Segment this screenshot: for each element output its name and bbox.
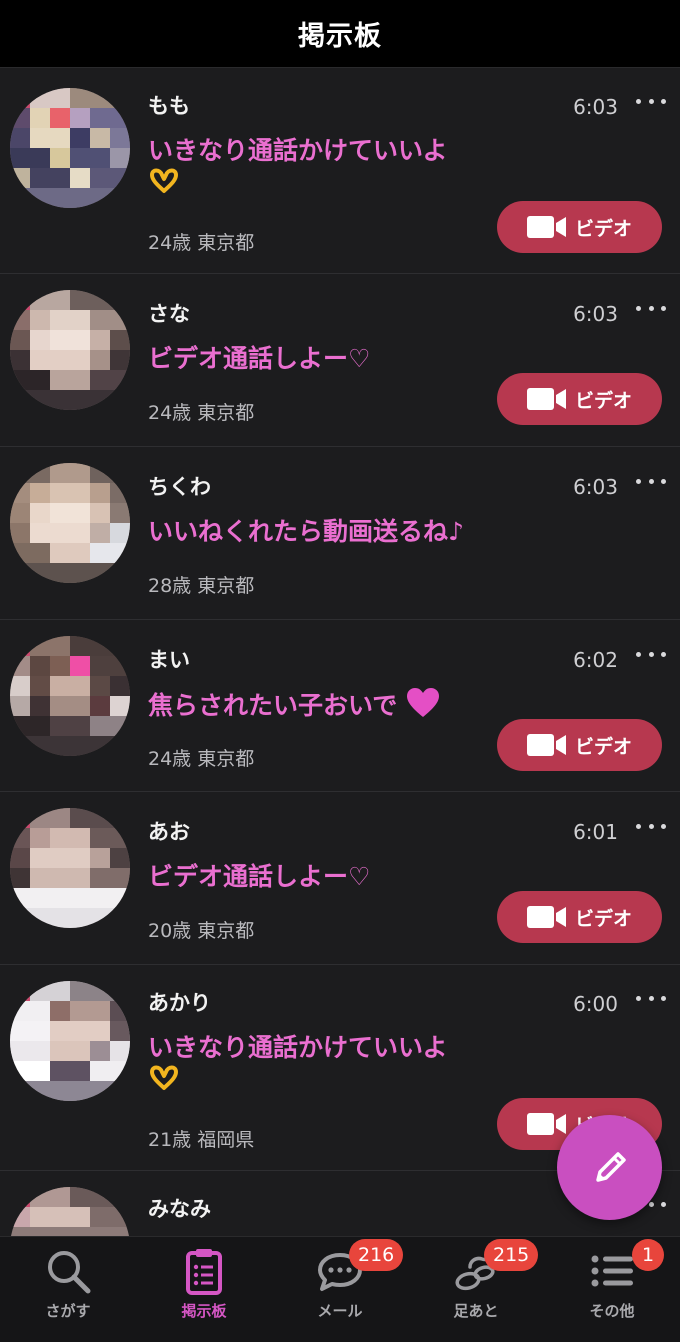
bottom-tab-bar: さがす 掲示板 216 メール 215 足あと 1 その他 — [0, 1236, 680, 1342]
more-options-icon[interactable] — [636, 301, 666, 315]
footprints-badge: 215 — [484, 1239, 539, 1271]
video-camera-icon — [526, 1113, 566, 1135]
list-icon — [591, 1255, 633, 1287]
post-message-text: いきなり通話かけていいよ — [148, 1033, 448, 1062]
post-item[interactable]: さな 6:03 ビデオ通話しよー♡ 24歳 東京都 ビデオ — [0, 274, 680, 447]
post-meta: 21歳 福岡県 — [148, 1129, 255, 1151]
other-badge: 1 — [632, 1239, 664, 1271]
post-time: 6:00 — [573, 992, 618, 1016]
post-username[interactable]: もも — [148, 90, 190, 120]
pencil-icon — [595, 1151, 626, 1182]
more-options-icon[interactable] — [636, 94, 666, 108]
heart-hands-emoji-icon — [148, 1064, 180, 1100]
app-header: 掲示板 — [0, 0, 680, 68]
compose-post-button[interactable] — [557, 1115, 662, 1220]
post-message: 焦らされたい子おいで — [148, 688, 488, 726]
post-username[interactable]: ちくわ — [148, 471, 211, 501]
tab-mail[interactable]: 216 メール — [272, 1237, 408, 1342]
post-time: 6:01 — [573, 820, 618, 844]
more-options-icon[interactable] — [636, 647, 666, 661]
video-camera-icon — [526, 906, 566, 928]
video-camera-icon — [526, 734, 566, 756]
pink-heart-emoji-icon — [406, 688, 440, 726]
post-meta: 24歳 東京都 — [148, 232, 255, 254]
tab-label: 掲示板 — [181, 1302, 227, 1320]
post-message: いきなり通話かけていいよ — [148, 134, 508, 203]
tab-footprints[interactable]: 215 足あと — [408, 1237, 544, 1342]
post-item[interactable]: まい 6:02 焦らされたい子おいで 24歳 東京都 ビデオ — [0, 620, 680, 792]
post-username[interactable]: あお — [148, 816, 190, 846]
post-message: いいねくれたら動画送るね♪ — [148, 517, 464, 546]
video-call-button[interactable]: ビデオ — [497, 891, 662, 943]
tab-label: その他 — [589, 1302, 635, 1320]
post-message: いきなり通話かけていいよ — [148, 1031, 508, 1100]
post-message-text: 焦らされたい子おいで — [148, 691, 398, 720]
post-item[interactable]: もも 6:03 いきなり通話かけていいよ 24歳 東京都 ビデオ — [0, 68, 680, 274]
post-username[interactable]: みなみ — [148, 1193, 211, 1223]
post-time: 6:03 — [573, 475, 618, 499]
video-camera-icon — [526, 388, 566, 410]
post-time: 6:02 — [573, 648, 618, 672]
tab-search[interactable]: さがす — [0, 1237, 136, 1342]
post-time: 6:03 — [573, 95, 618, 119]
tab-other[interactable]: 1 その他 — [544, 1237, 680, 1342]
video-camera-icon — [526, 216, 566, 238]
avatar[interactable] — [10, 808, 130, 928]
video-call-button[interactable]: ビデオ — [497, 201, 662, 253]
page-title: 掲示板 — [298, 21, 382, 52]
post-username[interactable]: あかり — [148, 987, 211, 1017]
post-meta: 28歳 東京都 — [148, 575, 255, 597]
video-call-label: ビデオ — [574, 735, 632, 758]
tab-label: メール — [317, 1302, 363, 1320]
video-call-label: ビデオ — [574, 907, 632, 930]
post-message: ビデオ通話しよー♡ — [148, 862, 371, 891]
video-call-label: ビデオ — [574, 217, 632, 240]
post-username[interactable]: さな — [148, 298, 190, 328]
search-icon — [48, 1251, 91, 1294]
post-meta: 20歳 東京都 — [148, 920, 255, 942]
tab-bulletin-board[interactable]: 掲示板 — [136, 1237, 272, 1342]
video-call-button[interactable]: ビデオ — [497, 719, 662, 771]
more-options-icon[interactable] — [636, 991, 666, 1005]
avatar[interactable] — [10, 88, 130, 208]
post-item[interactable]: ちくわ 6:03 いいねくれたら動画送るね♪ 28歳 東京都 — [0, 447, 680, 620]
post-username[interactable]: まい — [148, 644, 190, 674]
tab-label: さがす — [45, 1302, 91, 1320]
clipboard-icon — [186, 1249, 222, 1295]
avatar[interactable] — [10, 981, 130, 1101]
video-call-label: ビデオ — [574, 389, 632, 412]
video-call-button[interactable]: ビデオ — [497, 373, 662, 425]
bulletin-board-feed[interactable]: もも 6:03 いきなり通話かけていいよ 24歳 東京都 ビデオ さな 6:03… — [0, 68, 680, 1236]
avatar[interactable] — [10, 463, 130, 583]
avatar[interactable] — [10, 1187, 130, 1236]
more-options-icon[interactable] — [636, 474, 666, 488]
post-message: ビデオ通話しよー♡ — [148, 344, 371, 373]
post-message-text: いきなり通話かけていいよ — [148, 136, 448, 165]
avatar[interactable] — [10, 636, 130, 756]
post-meta: 24歳 東京都 — [148, 748, 255, 770]
avatar[interactable] — [10, 290, 130, 410]
post-item[interactable]: あお 6:01 ビデオ通話しよー♡ 20歳 東京都 ビデオ — [0, 792, 680, 965]
unread-mail-badge: 216 — [349, 1239, 404, 1271]
heart-hands-emoji-icon — [148, 167, 180, 203]
tab-label: 足あと — [453, 1302, 499, 1320]
more-options-icon[interactable] — [636, 819, 666, 833]
post-meta: 24歳 東京都 — [148, 402, 255, 424]
post-time: 6:03 — [573, 302, 618, 326]
